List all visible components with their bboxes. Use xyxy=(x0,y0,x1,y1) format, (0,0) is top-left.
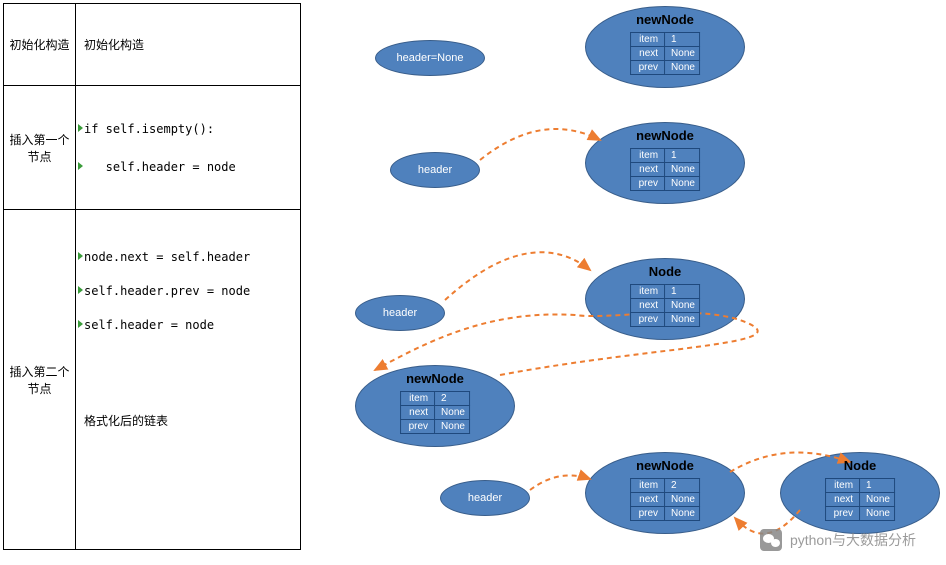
code-marker-icon xyxy=(78,124,83,132)
node-fields: item1 nextNone prevNone xyxy=(630,32,700,75)
newnode-1: newNode item1 nextNone prevNone xyxy=(585,6,745,88)
node-title: newNode xyxy=(585,458,745,473)
init-desc-text: 初始化构造 xyxy=(84,36,292,53)
header-none-ellipse: header=None xyxy=(375,40,485,76)
code-text: self.header.prev = node xyxy=(84,284,250,298)
newnode-3: newNode item2 nextNone prevNone xyxy=(355,365,515,447)
node-fields: item1 nextNone prevNone xyxy=(630,148,700,191)
code-line: self.header = node xyxy=(84,318,292,332)
row-insert-second: 插入第二个节点 node.next = self.header self.hea… xyxy=(4,210,300,549)
watermark: python与大数据分析 xyxy=(760,529,916,551)
row-second-code: node.next = self.header self.header.prev… xyxy=(76,210,300,549)
formatted-label: 格式化后的链表 xyxy=(84,412,292,429)
code-marker-icon xyxy=(78,320,83,328)
newnode-2: newNode item1 nextNone prevNone xyxy=(585,122,745,204)
row-second-label: 插入第二个节点 xyxy=(4,210,76,549)
code-line: self.header = node xyxy=(84,160,292,174)
node-title: newNode xyxy=(585,12,745,27)
code-marker-icon xyxy=(78,286,83,294)
node-title: newNode xyxy=(355,371,515,386)
row-first-label: 插入第一个节点 xyxy=(4,86,76,209)
node-fields: item1 nextNone prevNone xyxy=(630,284,700,327)
row-init-desc: 初始化构造 xyxy=(76,4,300,85)
header-ellipse-4: header xyxy=(440,480,530,516)
node-fields: item1 nextNone prevNone xyxy=(825,478,895,521)
code-text: self.header = node xyxy=(84,318,214,332)
step-table: 初始化构造 初始化构造 插入第一个节点 if self.isempty(): s… xyxy=(3,3,301,550)
newnode-4: newNode item2 nextNone prevNone xyxy=(585,452,745,534)
watermark-text: python与大数据分析 xyxy=(790,530,916,550)
node-fields: item2 nextNone prevNone xyxy=(400,391,470,434)
node-4: Node item1 nextNone prevNone xyxy=(780,452,940,534)
diagram-area: header=None newNode item1 nextNone prevN… xyxy=(310,0,946,565)
code-text: if self.isempty(): xyxy=(84,122,214,136)
code-marker-icon xyxy=(78,162,83,170)
node-1: Node item1 nextNone prevNone xyxy=(585,258,745,340)
code-line: node.next = self.header xyxy=(84,250,292,264)
code-text: self.header = node xyxy=(84,160,236,174)
row-first-code: if self.isempty(): self.header = node xyxy=(76,86,300,209)
row-init: 初始化构造 初始化构造 xyxy=(4,4,300,86)
node-title: Node xyxy=(585,264,745,279)
node-title: Node xyxy=(780,458,940,473)
code-marker-icon xyxy=(78,252,83,260)
code-line: self.header.prev = node xyxy=(84,284,292,298)
header-ellipse-2: header xyxy=(390,152,480,188)
node-fields: item2 nextNone prevNone xyxy=(630,478,700,521)
row-init-label: 初始化构造 xyxy=(4,4,76,85)
code-line: if self.isempty(): xyxy=(84,122,292,136)
code-text: node.next = self.header xyxy=(84,250,250,264)
wechat-icon xyxy=(760,529,782,551)
node-title: newNode xyxy=(585,128,745,143)
header-ellipse-3: header xyxy=(355,295,445,331)
row-insert-first: 插入第一个节点 if self.isempty(): self.header =… xyxy=(4,86,300,210)
